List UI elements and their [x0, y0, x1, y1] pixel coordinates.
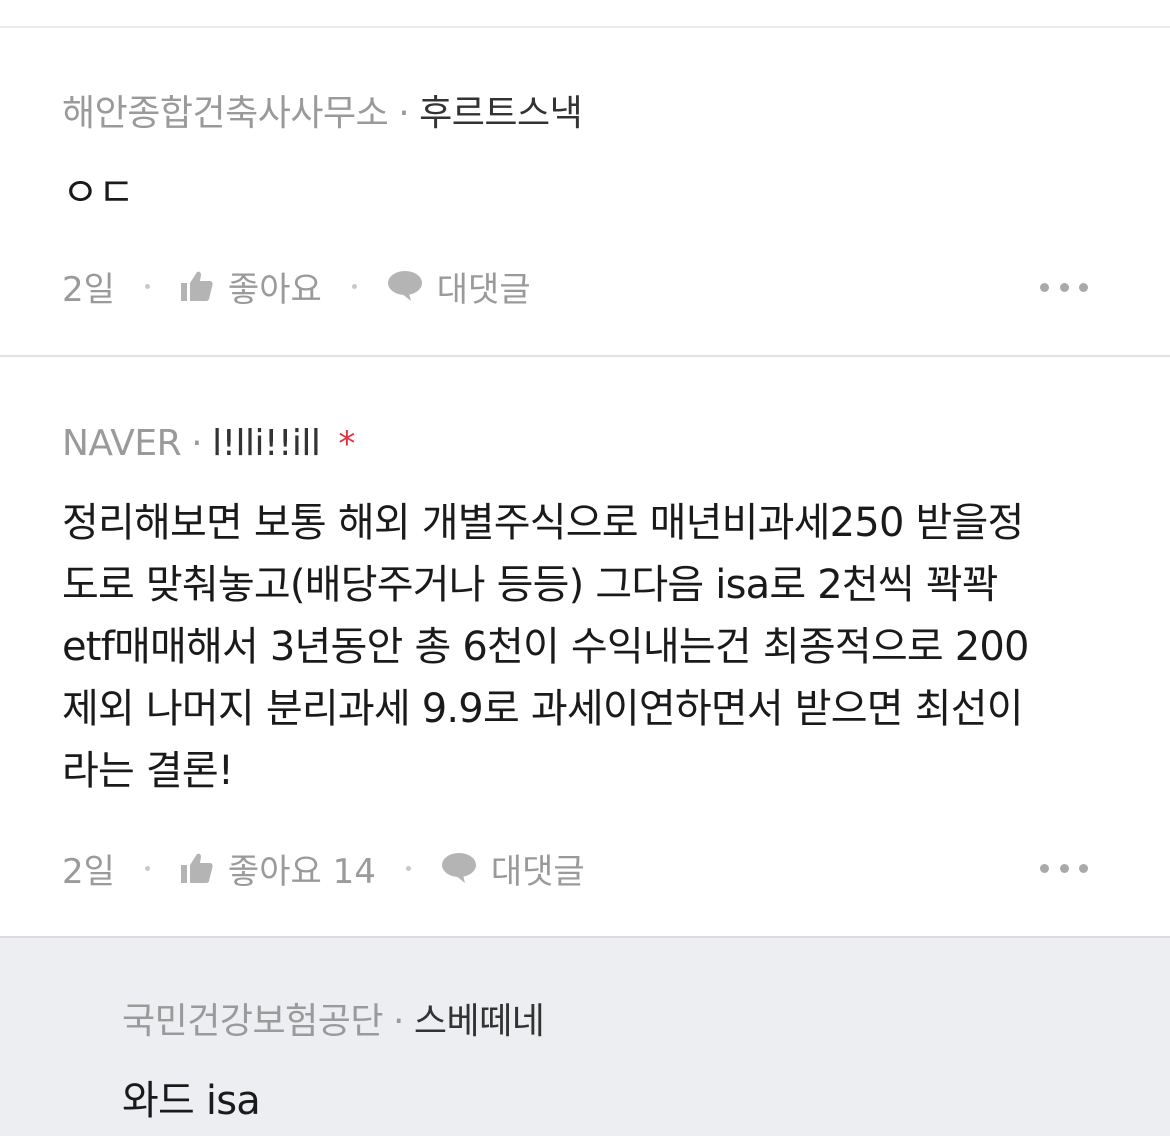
separator-dot	[144, 283, 150, 289]
comment-author[interactable]: 해안종합건축사사무소 · 후르트스낵	[62, 93, 583, 134]
comment-item: 해안종합건축사사무소 · 후르트스낵 ㅇㄷ 2일 좋아요 대댓글	[0, 28, 1170, 356]
comment-actions: 2일 좋아요 대댓글	[62, 262, 531, 311]
separator-dot	[351, 283, 357, 289]
like-label: 좋아요 14	[227, 851, 376, 892]
comment-author[interactable]: NAVER · l!lli!!ill *	[62, 423, 355, 465]
reply-body: 와드 isa	[122, 1078, 261, 1124]
speech-bubble-icon	[441, 853, 476, 883]
like-label: 좋아요	[227, 269, 322, 310]
separator-dot	[405, 865, 411, 871]
owner-star-mark: *	[338, 424, 355, 464]
author-nickname[interactable]: 후르트스낵	[419, 93, 583, 134]
comment-list: 해안종합건축사사무소 · 후르트스낵 ㅇㄷ 2일 좋아요 대댓글 NAVER ·…	[0, 0, 1170, 1136]
comment-body: ㅇㄷ	[62, 170, 135, 216]
separator: ·	[398, 93, 410, 134]
author-nickname[interactable]: 스베떼네	[414, 1001, 545, 1042]
separator: ·	[191, 423, 203, 464]
author-org: 해안종합건축사사무소	[62, 93, 389, 134]
author-org: NAVER	[62, 423, 182, 464]
comment-actions: 2일 좋아요 14 대댓글	[62, 844, 585, 893]
comment-time: 2일	[62, 269, 115, 310]
like-button[interactable]: 좋아요 14	[180, 844, 376, 893]
reply-button[interactable]: 대댓글	[387, 262, 531, 311]
comment-item: NAVER · l!lli!!ill * 정리해보면 보통 해외 개별주식으로 매년비…	[0, 358, 1170, 938]
author-nickname[interactable]: l!lli!!ill	[212, 423, 321, 464]
comment-time: 2일	[62, 851, 115, 892]
author-org: 국민건강보험공단	[122, 1001, 383, 1042]
more-dots-icon[interactable]	[1040, 862, 1088, 874]
thumbs-up-icon	[180, 271, 213, 301]
separator: ·	[392, 1001, 404, 1042]
separator-dot	[144, 865, 150, 871]
reply-label: 대댓글	[436, 269, 531, 310]
comment-divider	[0, 355, 1170, 357]
more-dots-icon[interactable]	[1040, 281, 1088, 293]
reply-label: 대댓글	[490, 851, 585, 892]
reply-button[interactable]: 대댓글	[441, 844, 585, 893]
comment-body: 정리해보면 보통 해외 개별주식으로 매년비과세250 받을정 도로 맞춰놓고(…	[62, 500, 1030, 794]
like-button[interactable]: 좋아요	[180, 262, 322, 311]
reply-item: 국민건강보험공단 · 스베떼네 와드 isa	[0, 938, 1170, 1136]
thumbs-up-icon	[180, 853, 213, 883]
reply-author[interactable]: 국민건강보험공단 · 스베떼네	[122, 1001, 545, 1042]
speech-bubble-icon	[387, 271, 422, 301]
